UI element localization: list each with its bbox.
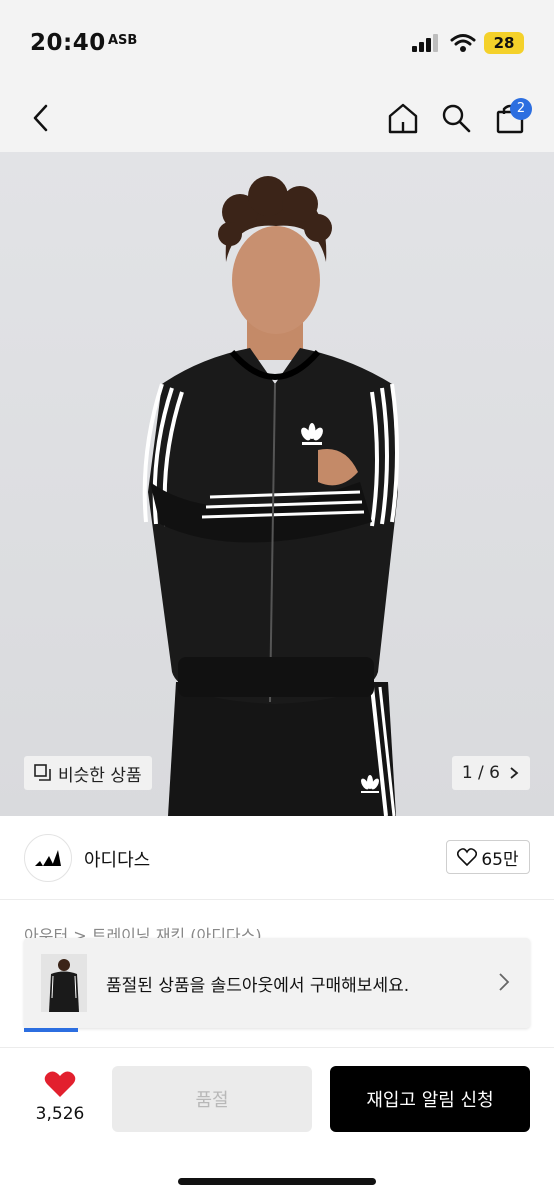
search-button[interactable] xyxy=(434,96,478,140)
cart-button[interactable]: 2 xyxy=(488,96,532,140)
wishlist-button[interactable]: 3,526 xyxy=(28,1070,92,1124)
product-image-gallery[interactable]: 비슷한 상품 1 / 6 xyxy=(0,152,554,816)
similar-items-icon xyxy=(34,764,51,781)
top-navigation: 2 xyxy=(0,88,554,152)
category-breadcrumb[interactable]: 아우터 > 트레이닝 재킷 (아디다스) xyxy=(24,922,262,938)
wishlist-count: 3,526 xyxy=(35,1104,85,1124)
tab-indicator xyxy=(24,1028,78,1032)
chevron-right-icon xyxy=(510,767,519,779)
product-photo xyxy=(142,176,399,816)
search-icon xyxy=(442,104,471,133)
home-indicator[interactable] xyxy=(178,1178,376,1185)
soldout-banner-text: 품절된 상품을 솔드아웃에서 구매해보세요. xyxy=(106,976,410,996)
heart-outline-icon xyxy=(457,848,478,866)
restock-alert-button[interactable]: 재입고 알림 신청 xyxy=(330,1066,530,1132)
status-bar: 20:40 ASB 28 xyxy=(0,0,554,88)
brand-row: 아디다스 65만 xyxy=(0,816,554,900)
signal-icon xyxy=(412,34,442,52)
soldout-button[interactable]: 품절 xyxy=(112,1066,312,1132)
home-button[interactable] xyxy=(381,96,425,140)
status-time: 20:40 xyxy=(30,30,106,56)
similar-products-button[interactable]: 비슷한 상품 xyxy=(24,756,152,790)
back-chevron-icon xyxy=(33,104,48,132)
cart-count-badge: 2 xyxy=(510,98,532,120)
image-page-indicator[interactable]: 1 / 6 xyxy=(451,756,530,790)
brand-like-button[interactable]: 65만 xyxy=(446,840,530,874)
brand-like-count: 65만 xyxy=(481,849,519,870)
home-icon xyxy=(388,103,418,134)
wifi-icon xyxy=(450,34,476,52)
status-app-badge: ASB xyxy=(108,33,138,48)
page-indicator-text: 1 / 6 xyxy=(461,763,500,783)
brand-logo[interactable] xyxy=(24,834,72,882)
soldout-promo-banner[interactable]: 품절된 상품을 솔드아웃에서 구매해보세요. xyxy=(24,938,530,1028)
banner-product-thumbnail xyxy=(41,954,87,1012)
adidas-logo-icon xyxy=(35,850,61,866)
chevron-right-icon xyxy=(499,973,510,991)
battery-indicator: 28 xyxy=(484,32,524,54)
brand-name[interactable]: 아디다스 xyxy=(84,846,150,872)
back-button[interactable] xyxy=(20,96,64,140)
similar-products-label: 비슷한 상품 xyxy=(58,765,142,786)
divider xyxy=(0,1047,554,1048)
heart-filled-icon xyxy=(44,1071,76,1097)
